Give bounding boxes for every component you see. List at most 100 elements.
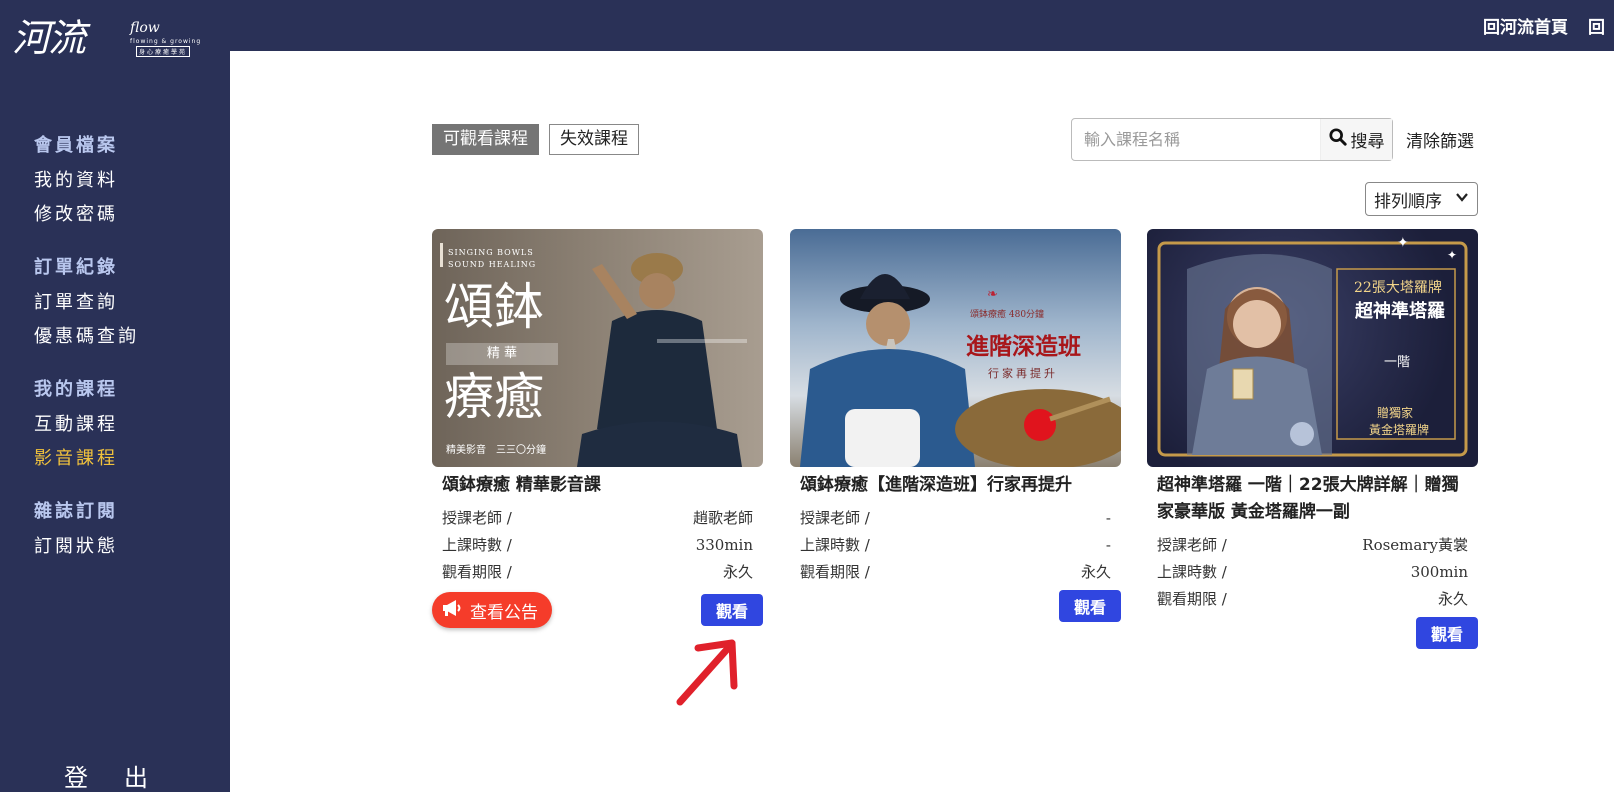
- nav-heading-magazine: 雜誌訂閱: [34, 501, 118, 522]
- thumb-title: 進階深造班: [966, 333, 1081, 360]
- period-value: 永久: [1437, 590, 1468, 608]
- teacher-label: 授課老師 /: [1157, 536, 1227, 554]
- sidebar-item-video-courses[interactable]: 影音課程: [34, 442, 214, 476]
- logout-button[interactable]: 登出: [64, 758, 184, 792]
- watch-button[interactable]: 觀看: [1416, 617, 1478, 649]
- sort-select[interactable]: 排列順序: [1365, 182, 1478, 216]
- nav-group-magazine: 雜誌訂閱 訂閱狀態: [34, 494, 214, 564]
- sidebar-nav: 會員檔案 我的資料 修改密碼 訂單紀錄 訂單查詢 優惠碼查詢 我的課程 互動課程…: [34, 128, 214, 582]
- svg-text:✦: ✦: [1447, 248, 1457, 262]
- search-button-label: 搜尋: [1350, 132, 1385, 152]
- thumb-bottom: 精美影音 三三〇分鐘: [446, 445, 546, 456]
- duration-label: 上課時數 /: [1157, 563, 1227, 581]
- nav-heading-courses: 我的課程: [34, 379, 118, 400]
- red-arrow-annotation: [676, 639, 738, 706]
- logo-boxed: 身心療癒學苑: [136, 46, 191, 57]
- svg-text:✦: ✦: [1397, 235, 1409, 251]
- course-thumbnail[interactable]: ✦ ✦ 22張大塔羅牌 超神準塔羅 一階 贈獨家 黃金塔羅牌: [1147, 229, 1478, 467]
- logo-tagline: flowing & growing: [130, 38, 202, 45]
- sort-label: 排列順序: [1374, 191, 1442, 212]
- period-label: 觀看期限 /: [800, 563, 870, 581]
- sidebar-item-interactive-courses[interactable]: 互動課程: [34, 408, 214, 442]
- watch-button[interactable]: 觀看: [701, 594, 763, 626]
- thumb-line4: 贈獨家: [1377, 406, 1414, 420]
- search-input[interactable]: [1072, 119, 1320, 160]
- course-actions: 觀看: [790, 590, 1121, 630]
- course-meta: 授課老師 / 趙歌老師 上課時數 / 330min 觀看期限 / 永久: [432, 499, 763, 586]
- nav-group-courses: 我的課程 互動課程 影音課程: [34, 372, 214, 476]
- teacher-row: 授課老師 / -: [800, 505, 1111, 532]
- nav-heading-member: 會員檔案: [34, 135, 118, 156]
- logo-text: 河流: [12, 16, 86, 60]
- sidebar-item-order-search[interactable]: 訂單查詢: [34, 286, 214, 320]
- nav-heading-orders: 訂單紀錄: [34, 257, 118, 278]
- period-value: 永久: [722, 563, 753, 581]
- duration-label: 上課時數 /: [800, 536, 870, 554]
- teacher-value: 趙歌老師: [692, 509, 753, 527]
- period-value: 永久: [1080, 563, 1111, 581]
- top-links: 回河流首頁 回: [1483, 0, 1614, 51]
- search-box: 搜尋: [1071, 118, 1393, 161]
- sidebar-item-coupon-search[interactable]: 優惠碼查詢: [34, 320, 214, 354]
- sidebar-item-profile[interactable]: 我的資料: [34, 164, 214, 198]
- thumb-title-2: 療癒: [444, 368, 544, 426]
- course-title[interactable]: 超神準塔羅 一階｜22張大牌詳解｜贈獨家豪華版 黃金塔羅牌一副: [1147, 467, 1478, 526]
- thumb-small: 頌鉢療癒 480分鐘: [970, 310, 1045, 320]
- search-button[interactable]: 搜尋: [1320, 119, 1392, 160]
- logo-flow: flow: [130, 20, 160, 36]
- teacher-row: 授課老師 / Rosemary黃裳: [1157, 532, 1468, 559]
- period-label: 觀看期限 /: [442, 563, 512, 581]
- thumb-title-1: 頌鉢: [444, 278, 544, 336]
- nav-group-member: 會員檔案 我的資料 修改密碼: [34, 128, 214, 232]
- course-tabs: 可觀看課程 失效課程: [432, 124, 639, 155]
- course-card: ✦ ✦ 22張大塔羅牌 超神準塔羅 一階 贈獨家 黃金塔羅牌 超神準塔羅 一階｜…: [1147, 229, 1478, 657]
- duration-value: -: [1105, 536, 1111, 554]
- duration-row: 上課時數 / 330min: [442, 532, 753, 559]
- sidebar-item-change-password[interactable]: 修改密碼: [34, 198, 214, 232]
- tab-available-courses[interactable]: 可觀看課程: [432, 124, 539, 155]
- thumb-line3: 一階: [1384, 355, 1411, 370]
- sidebar-item-subscription-status[interactable]: 訂閱狀態: [34, 530, 214, 564]
- tab-expired-courses[interactable]: 失效課程: [549, 124, 639, 155]
- course-meta: 授課老師 / Rosemary黃裳 上課時數 / 300min 觀看期限 / 永久: [1147, 526, 1478, 613]
- period-row: 觀看期限 / 永久: [1157, 586, 1468, 613]
- top-bar: 回河流首頁 回: [0, 0, 1614, 51]
- back-link[interactable]: 回: [1588, 13, 1614, 38]
- teacher-row: 授課老師 / 趙歌老師: [442, 505, 753, 532]
- course-card: ❧ 頌鉢療癒 480分鐘 進階深造班 行家再提升 頌鉢療癒【進階深造班】行家再提…: [790, 229, 1121, 630]
- view-notice-button[interactable]: 查看公告: [432, 592, 552, 628]
- course-actions: 查看公告 觀看: [432, 592, 763, 634]
- duration-value: 330min: [695, 536, 753, 554]
- duration-label: 上課時數 /: [442, 536, 512, 554]
- teacher-label: 授課老師 /: [800, 509, 870, 527]
- sidebar: 河流 flow flowing & growing 身心療癒學苑 會員檔案 我的…: [0, 0, 230, 792]
- thumb-line5: 黃金塔羅牌: [1369, 423, 1430, 437]
- view-notice-label: 查看公告: [470, 602, 538, 623]
- teacher-value: -: [1105, 509, 1111, 527]
- course-title[interactable]: 頌鉢療癒 精華影音課: [432, 467, 763, 499]
- teacher-value: Rosemary黃裳: [1362, 536, 1468, 554]
- duration-row: 上課時數 / -: [800, 532, 1111, 559]
- thumb-line1: 22張大塔羅牌: [1354, 280, 1442, 296]
- course-card: SINGING BOWLS SOUND HEALING 頌鉢 精 華 療癒 精美…: [432, 229, 763, 634]
- megaphone-icon: [442, 599, 462, 622]
- thumb-badge: 精 華: [446, 343, 558, 365]
- chevron-down-icon: [1455, 189, 1469, 209]
- thumb-ornament: ❧: [987, 287, 998, 302]
- thumb-english: SINGING BOWLS SOUND HEALING: [448, 248, 537, 269]
- course-actions: 觀看: [1147, 617, 1478, 657]
- course-thumbnail[interactable]: ❧ 頌鉢療癒 480分鐘 進階深造班 行家再提升: [790, 229, 1121, 467]
- duration-row: 上課時數 / 300min: [1157, 559, 1468, 586]
- thumb-line2: 超神準塔羅: [1355, 301, 1445, 322]
- duration-value: 300min: [1410, 563, 1468, 581]
- watch-button[interactable]: 觀看: [1059, 590, 1121, 622]
- search-icon: [1328, 128, 1347, 151]
- clear-filter-link[interactable]: 清除篩選: [1406, 127, 1474, 152]
- logo[interactable]: 河流 flow flowing & growing 身心療癒學苑: [12, 14, 212, 64]
- course-title[interactable]: 頌鉢療癒【進階深造班】行家再提升: [790, 467, 1121, 499]
- teacher-label: 授課老師 /: [442, 509, 512, 527]
- thumb-sub: 行家再提升: [988, 367, 1058, 380]
- period-row: 觀看期限 / 永久: [800, 559, 1111, 586]
- home-link[interactable]: 回河流首頁: [1483, 13, 1568, 38]
- course-thumbnail[interactable]: SINGING BOWLS SOUND HEALING 頌鉢 精 華 療癒 精美…: [432, 229, 763, 467]
